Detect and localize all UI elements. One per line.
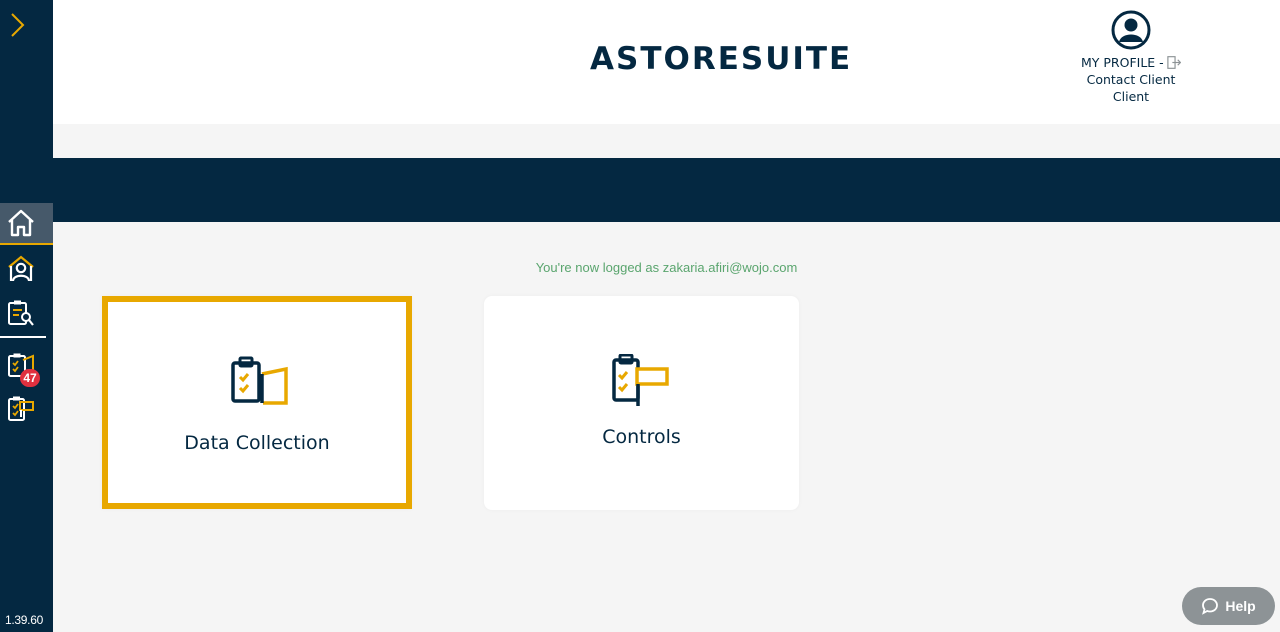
user-house-icon bbox=[8, 255, 34, 282]
avatar-icon[interactable] bbox=[1111, 10, 1151, 50]
sidebar-item-controls[interactable] bbox=[0, 388, 53, 430]
data-collection-icon bbox=[231, 356, 288, 405]
my-profile-link[interactable]: MY PROFILE - bbox=[1081, 54, 1164, 71]
user-profile: MY PROFILE - Contact Client Client bbox=[1081, 10, 1181, 105]
logout-icon[interactable] bbox=[1167, 55, 1181, 70]
controls-icon bbox=[612, 354, 669, 406]
app-logo[interactable]: ASTORESUITE bbox=[590, 41, 852, 77]
sidebar: 47 1.39.60 bbox=[0, 0, 53, 632]
sidebar-item-clients[interactable] bbox=[0, 248, 53, 290]
controls-card[interactable]: Controls bbox=[484, 296, 799, 510]
header: ASTORESUITE MY PROFILE - Contact Client … bbox=[53, 0, 1280, 124]
sidebar-item-audits[interactable] bbox=[0, 292, 53, 334]
clipboard-flag-icon bbox=[8, 396, 34, 421]
sidebar-divider bbox=[0, 336, 46, 338]
home-icon bbox=[8, 209, 34, 237]
notification-badge: 47 bbox=[20, 369, 40, 387]
app-version: 1.39.60 bbox=[5, 613, 43, 627]
card-label: Data Collection bbox=[184, 432, 330, 454]
chat-bubble-icon bbox=[1202, 598, 1219, 615]
help-label: Help bbox=[1225, 598, 1256, 614]
chevron-right-icon[interactable] bbox=[6, 10, 30, 40]
card-label: Controls bbox=[602, 426, 681, 448]
user-role: Client bbox=[1112, 89, 1150, 104]
clipboard-search-icon bbox=[8, 300, 34, 326]
help-button[interactable]: Help bbox=[1182, 587, 1275, 625]
logged-in-message: You're now logged as zakaria.afiri@wojo.… bbox=[535, 260, 798, 275]
page-banner bbox=[53, 158, 1280, 222]
data-collection-card[interactable]: Data Collection bbox=[102, 296, 412, 509]
sidebar-item-home[interactable] bbox=[0, 203, 53, 245]
user-name: Contact Client bbox=[1086, 72, 1176, 87]
